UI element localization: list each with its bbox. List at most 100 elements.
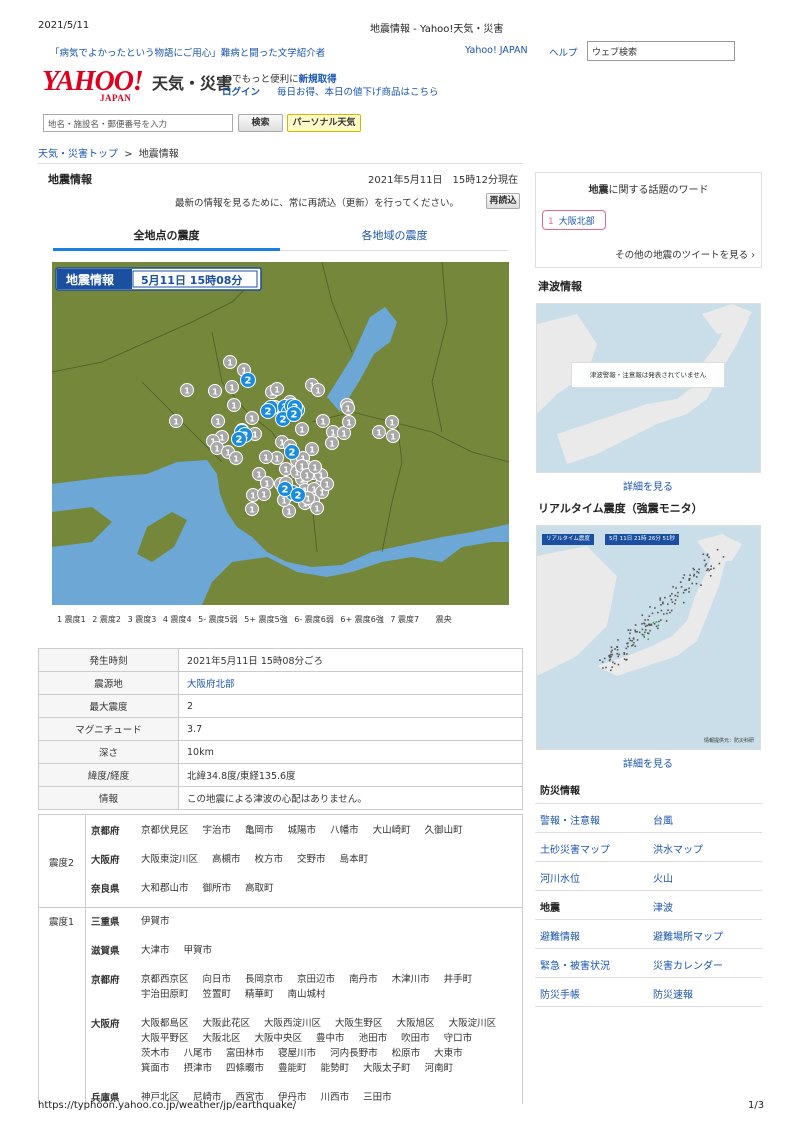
rt-station-dot [660,619,662,621]
topic-link[interactable]: 「病気でよかったという物語にご用心」難病と闘った文学紹介者 [50,45,325,59]
tab-regions[interactable]: 各地域の震度 [280,227,509,251]
intensity-marker-label: 1 [229,384,235,393]
rt-station-dot [644,631,646,634]
earthquake-map[interactable]: 地震情報 5月11日 15時08分 1111111111111111111111… [52,262,509,605]
disaster-link[interactable]: 土砂災害マップ [535,833,648,861]
service-name[interactable]: 天気・災害 [152,70,232,94]
city-name: 向日市 [202,974,232,985]
intensity-marker-label: 1 [233,455,239,464]
web-search-input[interactable]: ウェブ検索 [587,41,735,61]
promo-link[interactable]: 毎日お得、本日の値下げ商品はこちら [277,87,439,98]
info-value: 10km [178,740,523,764]
help-link[interactable]: ヘルプ [549,45,578,59]
rt-station-dot [618,653,620,656]
disaster-link[interactable]: 避難場所マップ [648,920,761,948]
rt-station-dot [655,621,658,623]
logo-text: YAHOO! [42,66,144,97]
rt-station-dot [602,667,604,669]
rt-station-dot [667,603,669,605]
rt-station-dot [612,661,614,664]
login-link[interactable]: ログイン [222,87,260,98]
info-value: 2021年5月11日 15時08分ごろ [178,648,523,672]
info-key: 深さ [38,740,179,764]
realtime-time: 5月 11日 21時 26分 51秒 [605,534,679,545]
tab-all-points[interactable]: 全地点の震度 [53,227,280,251]
realtime-detail-link[interactable]: 詳細を見る [623,755,673,770]
table-row: 緯度/経度 北緯34.8度/東経135.6度 [38,763,523,787]
info-key: 最大震度 [38,694,179,718]
city-name: 河南町 [424,1063,454,1074]
disaster-link: 地震 [540,903,560,914]
reload-note: 最新の情報を見るために、常に再読込（更新）を行ってください。 [175,198,459,209]
map-badge-title: 地震情報 [66,272,115,287]
legend-epicenter: 震央 [435,615,452,624]
yahoo-japan-link[interactable]: Yahoo! JAPAN [465,45,528,56]
rt-station-dot [663,613,665,615]
tsunami-detail-link[interactable]: 詳細を見る [623,478,673,493]
disaster-link-row: 河川水位 火山 [535,862,762,891]
intensity-level-label: 震度2 [49,857,75,869]
city-name: 大阪北区 [202,1033,241,1044]
disaster-link[interactable]: 火山 [648,862,761,890]
tsunami-note: 津波警報・注意報は発表されていません [571,362,725,388]
intensity-marker-label: 1 [389,419,395,428]
rt-station-dot [695,576,698,578]
rt-station-dot [610,646,613,648]
rt-station-dot [609,658,611,661]
location-search-input[interactable]: 地名・施設名・郵便番号を入力 [43,114,233,132]
disaster-link[interactable]: 防災速報 [648,978,761,1006]
rt-station-dot [608,655,610,657]
rt-station-dot [641,633,644,636]
tsunami-map[interactable]: 津波警報・注意報は発表されていません [536,303,761,473]
info-value: 2 [178,694,523,718]
disaster-link[interactable]: 緊急・被害状況 [535,949,648,977]
rt-station-dot [610,651,613,653]
city-name: 宇治田原町 [141,989,189,1000]
search-button[interactable]: 検索 [238,114,283,132]
disaster-link[interactable]: 災害カレンダー [648,949,761,977]
login-line: ログイン 毎日お得、本日の値下げ商品はこちら [222,84,439,98]
city-name: 京田辺市 [297,974,336,985]
rt-station-dot [659,597,662,599]
rt-station-dot [654,607,656,609]
rt-station-dot [644,619,646,621]
info-key: 震源地 [38,671,179,695]
prefecture-label: 滋賀県 [91,946,120,957]
rt-station-dot [676,595,679,598]
epicenter-link[interactable]: 大阪府北部 [187,679,235,690]
city-name: 甲賀市 [183,945,213,956]
disaster-link[interactable]: 避難情報 [535,920,648,948]
breadcrumb-home[interactable]: 天気・災害トップ [38,149,118,160]
rt-station-dot [695,582,698,585]
rt-station-dot [633,641,635,644]
map-svg: 地震情報 5月11日 15時08分 1111111 1111 11111 1111 11… [52,262,509,605]
disaster-link[interactable]: 河川水位 [535,862,648,890]
trend-chip[interactable]: 1 大阪北部 [542,210,606,230]
disaster-link[interactable]: 台風 [648,804,761,832]
intensity-marker-label: 1 [304,472,310,481]
intensity-marker-label: 1 [250,492,256,501]
city-name: 大和郡山市 [141,883,189,894]
rt-station-dot [722,556,725,558]
rt-station-dot [617,655,619,658]
personal-weather-button[interactable]: パーソナル天気 [287,114,361,132]
city-name: 笠置町 [202,989,232,1000]
city-name: 大阪旭区 [396,1018,435,1029]
rt-station-dot [713,567,715,570]
trend-rank: 1 [548,217,554,227]
trend-word[interactable]: 大阪北部 [559,217,595,227]
more-tweets-link[interactable]: その他の地震のツイートを見る › [615,247,755,261]
disaster-link[interactable]: 津波 [648,891,761,919]
rt-station-dot [629,639,632,642]
intensity-marker-label: 1 [212,388,218,397]
disaster-link[interactable]: 防災手帳 [535,978,648,1006]
rt-station-dot [688,587,690,590]
disaster-link-row: 土砂災害マップ 洪水マップ [535,833,762,862]
table-row: 発生時刻 2021年5月11日 15時08分ごろ [38,648,523,672]
yahoo-logo[interactable]: YAHOO! JAPAN [42,68,150,108]
realtime-map[interactable]: リアルタイム震度 5月 11日 21時 26分 51秒 情報提供元：防災科研 [536,525,761,750]
disaster-link[interactable]: 警報・注意報 [535,804,648,832]
intensity-marker-label: 1 [286,508,292,517]
reload-button[interactable]: 再読込 [486,193,520,209]
disaster-link[interactable]: 洪水マップ [648,833,761,861]
